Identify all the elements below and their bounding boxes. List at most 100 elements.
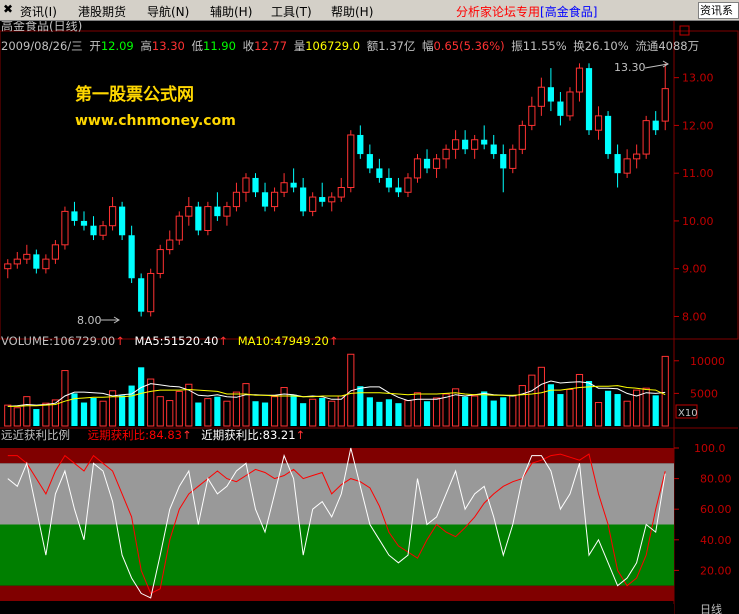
candle-body	[195, 206, 202, 231]
candle	[585, 63, 593, 135]
volume-bar	[500, 397, 507, 426]
candle-body	[261, 192, 269, 207]
volume-bar	[490, 400, 497, 426]
indicator-band	[0, 463, 674, 525]
candle	[404, 173, 412, 198]
volume-bar	[290, 394, 297, 426]
candle	[261, 182, 269, 212]
price-tick-label: 10.00	[682, 215, 714, 228]
candle	[33, 249, 40, 274]
close-icon[interactable]: ✖	[3, 2, 13, 16]
candle	[604, 111, 612, 159]
candle-body	[623, 158, 631, 174]
candle-body	[232, 191, 241, 208]
volume-bar	[481, 391, 488, 426]
candle-body	[614, 154, 621, 174]
candle	[71, 201, 78, 226]
candle-body	[214, 206, 221, 217]
volume-bar	[242, 383, 250, 427]
volume-bars	[4, 353, 669, 427]
candle-body	[452, 139, 460, 150]
volume-bar	[23, 396, 31, 427]
quote-float: 4088万	[658, 39, 699, 53]
volume-bar	[395, 403, 402, 426]
volume-bar	[319, 397, 326, 426]
indicator-band	[0, 524, 674, 586]
candle	[319, 182, 326, 207]
volume-bar	[261, 402, 269, 426]
candle	[642, 115, 650, 159]
candle-body	[404, 177, 412, 193]
candle	[481, 125, 488, 150]
menu-help[interactable]: 帮助(H)	[331, 3, 373, 20]
candle-body	[51, 244, 60, 260]
candle	[471, 134, 479, 159]
candle	[13, 251, 21, 269]
volume-bar	[119, 395, 126, 426]
candle	[518, 120, 526, 155]
candle	[537, 77, 545, 116]
quote-amplitude: 11.55%	[523, 39, 567, 53]
candle	[547, 68, 554, 112]
candle	[195, 201, 202, 236]
volume-bar	[432, 397, 441, 427]
volume-bar	[337, 395, 345, 427]
candle	[232, 182, 241, 212]
quote-turnover: 26.10%	[585, 39, 629, 53]
menu-assist[interactable]: 辅助(H)	[210, 3, 252, 20]
candle	[128, 225, 135, 284]
price-tick-label: 8.00	[682, 310, 707, 323]
volume-bar	[585, 381, 593, 426]
volume-bar	[252, 401, 259, 426]
info-button[interactable]: 资讯系	[698, 2, 739, 19]
candle-body	[509, 148, 517, 169]
indicator-near: 近期获利比:83.21	[201, 428, 295, 442]
stock-tag: [高金食品]	[540, 5, 598, 19]
candle-body	[33, 254, 40, 269]
menu-navigate[interactable]: 导航(N)	[147, 3, 189, 20]
candle-body	[537, 86, 545, 107]
candle	[175, 211, 183, 245]
candle-body	[242, 177, 250, 193]
candle	[42, 254, 50, 274]
candle	[490, 134, 497, 159]
menu-hk-futures[interactable]: 港股期货	[78, 3, 126, 20]
candle	[385, 168, 393, 193]
date-strip	[0, 604, 674, 614]
candle	[423, 149, 431, 174]
menu-zixun[interactable]: 资讯(I)	[20, 3, 57, 20]
candle	[575, 63, 584, 102]
candle	[376, 158, 383, 183]
volume-bar	[61, 370, 69, 427]
volume-bar	[13, 407, 21, 427]
volume-bar	[156, 396, 164, 427]
volume-bar	[90, 397, 97, 426]
price-panel-frame	[0, 30, 739, 340]
volume-bar	[280, 387, 288, 427]
indicator-far: 远期获利比:84.83	[88, 428, 182, 442]
candle-body	[61, 210, 69, 246]
volume-bar	[557, 394, 564, 426]
quote-close: 12.77	[254, 39, 287, 53]
candle	[337, 177, 345, 202]
volume-tick-label: 10000	[690, 355, 725, 368]
quote-open: 12.09	[101, 39, 134, 53]
candle	[99, 220, 107, 241]
candle-body	[223, 206, 231, 217]
candle-body	[280, 182, 288, 193]
candle-body	[328, 196, 336, 203]
menu-tools[interactable]: 工具(T)	[271, 3, 312, 20]
candle	[594, 106, 603, 140]
candle-body	[376, 168, 383, 178]
volume-value: VOLUME:106729.00	[1, 334, 115, 348]
indicator-axis: 20.00 40.00 60.00 80.00 100.0	[674, 442, 732, 577]
candle-body	[566, 91, 574, 117]
volume-bar	[376, 401, 383, 426]
volume-header: VOLUME:106729.00↑ MA5:51520.40↑ MA10:479…	[1, 334, 339, 348]
candle-body	[462, 139, 469, 150]
candle-body	[642, 120, 650, 155]
price-axis: 8.00 9.00 10.00 11.00 12.00 13.00	[674, 72, 714, 323]
quote-date: 2009/08/26/三	[1, 39, 83, 53]
candle-body	[481, 139, 488, 145]
candle-body	[270, 191, 279, 208]
